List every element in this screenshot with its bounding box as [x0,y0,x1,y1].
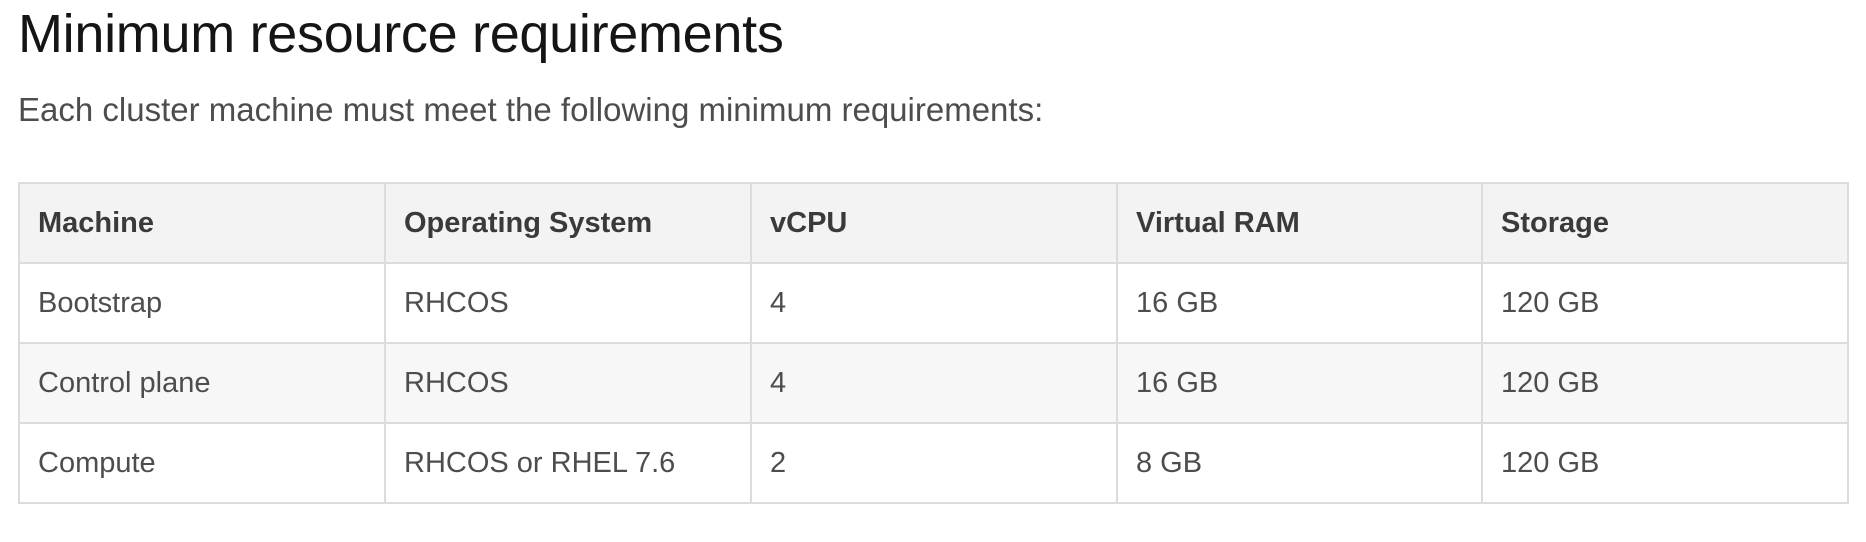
column-header-machine: Machine [18,182,386,264]
column-header-operating-system: Operating System [384,182,752,264]
intro-paragraph: Each cluster machine must meet the follo… [18,91,1044,128]
table-row: Compute RHCOS or RHEL 7.6 2 8 GB 120 GB [18,422,1849,504]
cell-storage: 120 GB [1481,422,1849,504]
cell-virtual-ram: 16 GB [1116,262,1483,344]
cell-virtual-ram: 16 GB [1116,342,1483,424]
table-row: Control plane RHCOS 4 16 GB 120 GB [18,342,1849,424]
column-header-storage: Storage [1481,182,1849,264]
cell-machine: Compute [18,422,386,504]
cell-operating-system: RHCOS [384,342,752,424]
cell-operating-system: RHCOS [384,262,752,344]
cell-storage: 120 GB [1481,262,1849,344]
cell-machine: Control plane [18,342,386,424]
cell-virtual-ram: 8 GB [1116,422,1483,504]
cell-storage: 120 GB [1481,342,1849,424]
column-header-vcpu: vCPU [750,182,1118,264]
table-row: Bootstrap RHCOS 4 16 GB 120 GB [18,262,1849,344]
table-header-row: Machine Operating System vCPU Virtual RA… [18,182,1849,264]
cell-machine: Bootstrap [18,262,386,344]
column-header-virtual-ram: Virtual RAM [1116,182,1483,264]
cell-operating-system: RHCOS or RHEL 7.6 [384,422,752,504]
page-title: Minimum resource requirements [18,4,784,64]
requirements-table: Machine Operating System vCPU Virtual RA… [18,182,1849,504]
table-body: Bootstrap RHCOS 4 16 GB 120 GB Control p… [18,262,1849,504]
table-header: Machine Operating System vCPU Virtual RA… [18,182,1849,264]
cell-vcpu: 4 [750,262,1118,344]
cell-vcpu: 2 [750,422,1118,504]
cell-vcpu: 4 [750,342,1118,424]
document-section: Minimum resource requirements Each clust… [18,0,1849,504]
